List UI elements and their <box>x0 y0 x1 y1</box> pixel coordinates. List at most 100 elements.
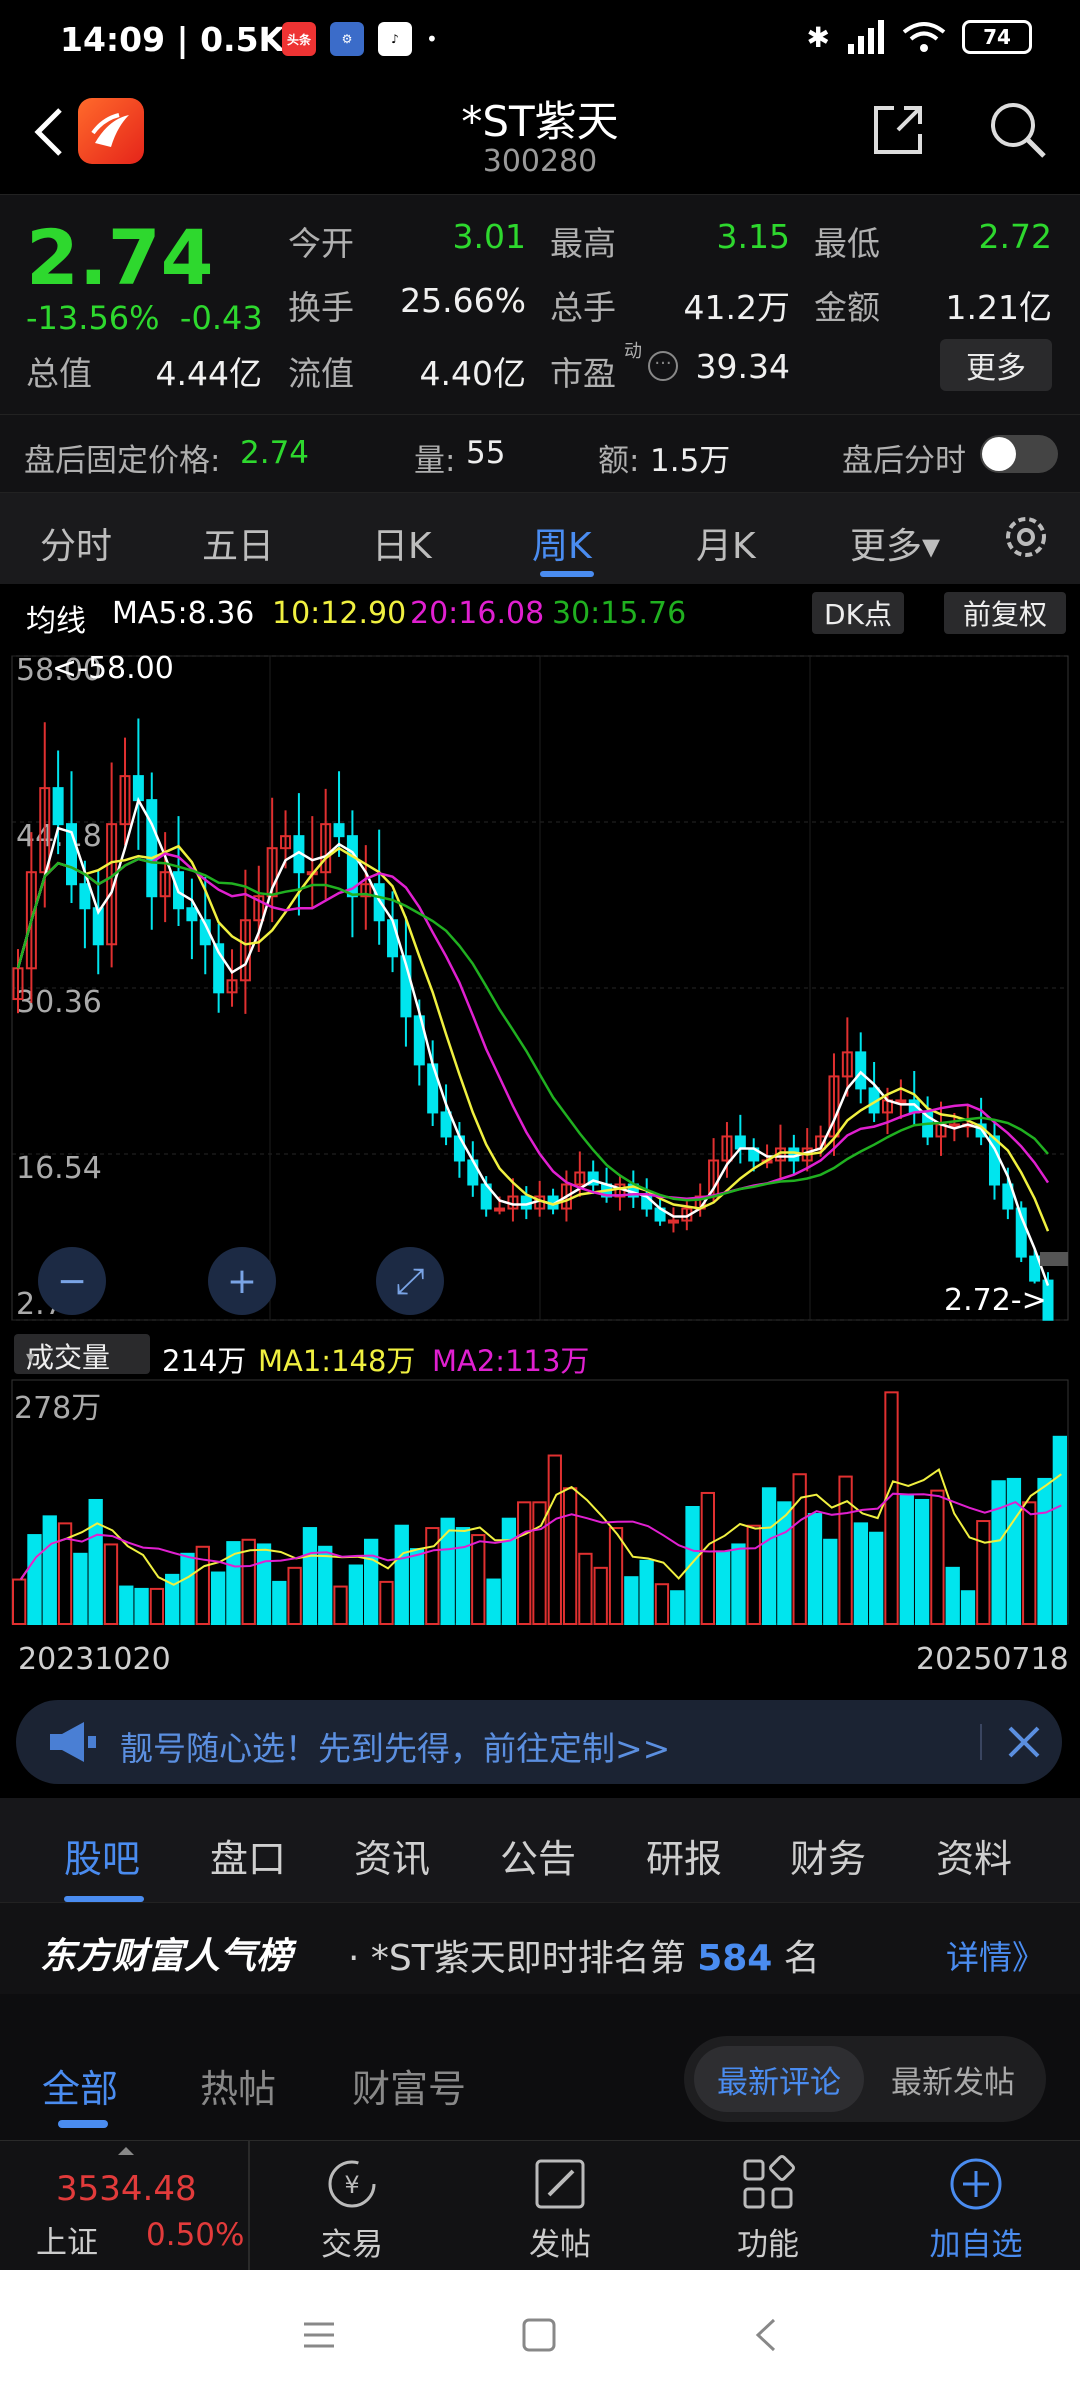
grid-icon <box>743 2155 795 2209</box>
popularity-row[interactable]: 东方财富人气榜 · *ST紫天即时排名第 584 名 详情》 <box>0 1902 1080 1994</box>
signal-icon <box>848 20 884 54</box>
tab-weekly-k[interactable]: 周K <box>532 517 592 569</box>
period-tabs: 分时 五日 日K 周K 月K 更多▾ <box>0 492 1080 584</box>
post-filter-tabs: 全部 热帖 财富号 最新评论 最新发帖 <box>0 1994 1080 2140</box>
sort-latest-post[interactable]: 最新发帖 <box>868 2046 1038 2112</box>
after-hours-vol: 55 <box>466 435 506 471</box>
volume-bar <box>991 1480 1006 1626</box>
tab-daily-k[interactable]: 日K <box>372 517 432 569</box>
amount-value: 1.21亿 <box>945 288 1052 327</box>
more-quote-button[interactable]: 更多 <box>940 339 1052 391</box>
after-hours-row: 盘后固定价格: 2.74 量: 55 额: 1.5万 盘后分时 <box>0 414 1080 492</box>
volume-bar <box>302 1527 318 1625</box>
volume-bar <box>838 1475 853 1625</box>
volume-value: 41.2万 <box>683 288 790 327</box>
volume-label: 总手 <box>550 288 616 327</box>
close-icon[interactable] <box>1002 1720 1046 1764</box>
menu-icon[interactable] <box>296 2312 342 2358</box>
active-tab-underline <box>540 571 594 577</box>
candle-body <box>948 1123 960 1128</box>
after-hours-amt-label: 额: <box>598 443 640 479</box>
volume-bar <box>746 1524 761 1625</box>
volume-bar <box>624 1576 639 1625</box>
volume-bar <box>517 1501 532 1625</box>
trade-button[interactable]: ¥ 交易 <box>292 2155 412 2264</box>
promo-banner[interactable]: 靓号随心选！先到先得，前往定制>> <box>16 1700 1062 1784</box>
volume-indicator-select[interactable]: 成交量 ▾ <box>14 1334 150 1374</box>
settings-app-icon: ⚙ <box>330 22 364 56</box>
tab-all[interactable]: 全部 <box>42 2058 118 2113</box>
tab-timeshare[interactable]: 分时 <box>40 517 112 569</box>
sort-latest-comment[interactable]: 最新评论 <box>694 2046 864 2112</box>
tab-announcements[interactable]: 公告 <box>500 1828 576 1883</box>
ma5-value: MA5:8.36 <box>112 596 255 631</box>
tiktok-app-icon: ♪ <box>378 22 412 56</box>
tab-wealth-account[interactable]: 财富号 <box>352 2058 466 2113</box>
ma30-value: 30:15.76 <box>552 596 687 631</box>
tab-news[interactable]: 资讯 <box>354 1828 430 1883</box>
expand-up-icon <box>118 2147 134 2155</box>
volume-ma2: MA2:113万 <box>432 1344 590 1378</box>
search-icon[interactable] <box>986 98 1048 160</box>
after-hours-amt: 1.5万 <box>650 443 731 479</box>
volume-bar <box>348 1564 363 1625</box>
volume-bar <box>333 1585 348 1625</box>
volume-bar <box>134 1587 149 1625</box>
volume-bar <box>639 1559 654 1626</box>
gear-icon[interactable] <box>998 509 1054 565</box>
volume-bar <box>1022 1501 1037 1625</box>
kline-chart[interactable]: 58.0044.1830.3616.542.72<-58.002.72->−+⤢ <box>0 644 1080 1334</box>
pe-label: 市盈 <box>550 354 616 393</box>
megaphone-icon <box>50 1722 96 1762</box>
volume-bar <box>914 1498 930 1625</box>
tab-finance[interactable]: 财务 <box>790 1828 866 1883</box>
adjust-button[interactable]: 前复权 <box>944 592 1066 634</box>
candle-body <box>333 823 345 838</box>
volume-bar <box>486 1578 501 1625</box>
popularity-detail-link[interactable]: 详情》 <box>946 1931 1045 1979</box>
tab-hot[interactable]: 热帖 <box>200 2058 276 2113</box>
volume-bar <box>149 1587 165 1625</box>
back-nav-icon[interactable] <box>744 2312 790 2358</box>
tab-pankou[interactable]: 盘口 <box>210 1828 286 1883</box>
tab-guba[interactable]: 股吧 <box>64 1828 140 1883</box>
volume-bar <box>869 1531 884 1626</box>
volume-bar <box>608 1527 624 1625</box>
candle-body <box>494 1207 506 1212</box>
volume-bar <box>716 1550 731 1626</box>
tab-more[interactable]: 更多▾ <box>850 517 940 569</box>
tab-research[interactable]: 研报 <box>646 1828 722 1883</box>
tab-profile[interactable]: 资料 <box>936 1828 1012 1883</box>
candle-body <box>387 919 399 958</box>
volume-bar <box>960 1590 976 1626</box>
tab-monthly-k[interactable]: 月K <box>696 517 756 569</box>
y-tick-label: 16.54 <box>16 1151 102 1186</box>
volume-bar <box>455 1527 471 1625</box>
volume-bar <box>119 1585 134 1625</box>
functions-button[interactable]: 功能 <box>708 2155 828 2264</box>
volume-bar <box>379 1580 394 1626</box>
volume-chart[interactable]: 278万 <box>0 1378 1080 1636</box>
post-button[interactable]: 发帖 <box>500 2155 620 2264</box>
volume-bar <box>272 1580 287 1626</box>
share-icon[interactable] <box>868 100 928 160</box>
float-cap-label: 流值 <box>288 354 354 393</box>
volume-bar <box>899 1494 914 1625</box>
volume-bar <box>761 1487 777 1625</box>
volume-bar <box>1052 1435 1068 1625</box>
status-time-speed: 14:09 | 0.5K/s <box>60 20 316 59</box>
pe-info-icon[interactable]: ··· <box>648 351 678 381</box>
volume-bar <box>287 1566 302 1625</box>
dk-point-button[interactable]: DK点 <box>812 592 904 634</box>
candle-body <box>667 1219 679 1224</box>
high-value: 3.15 <box>716 217 790 256</box>
volume-ma1: MA1:148万 <box>258 1344 416 1378</box>
home-icon[interactable] <box>516 2312 562 2358</box>
add-watchlist-button[interactable]: 加自选 <box>916 2155 1036 2264</box>
after-hours-toggle[interactable] <box>980 435 1058 473</box>
volume-bar <box>73 1552 88 1625</box>
tab-five-day[interactable]: 五日 <box>202 517 274 569</box>
volume-bar <box>807 1513 823 1626</box>
candle-body <box>186 907 198 922</box>
status-right: ✱ 74 <box>807 20 1032 54</box>
